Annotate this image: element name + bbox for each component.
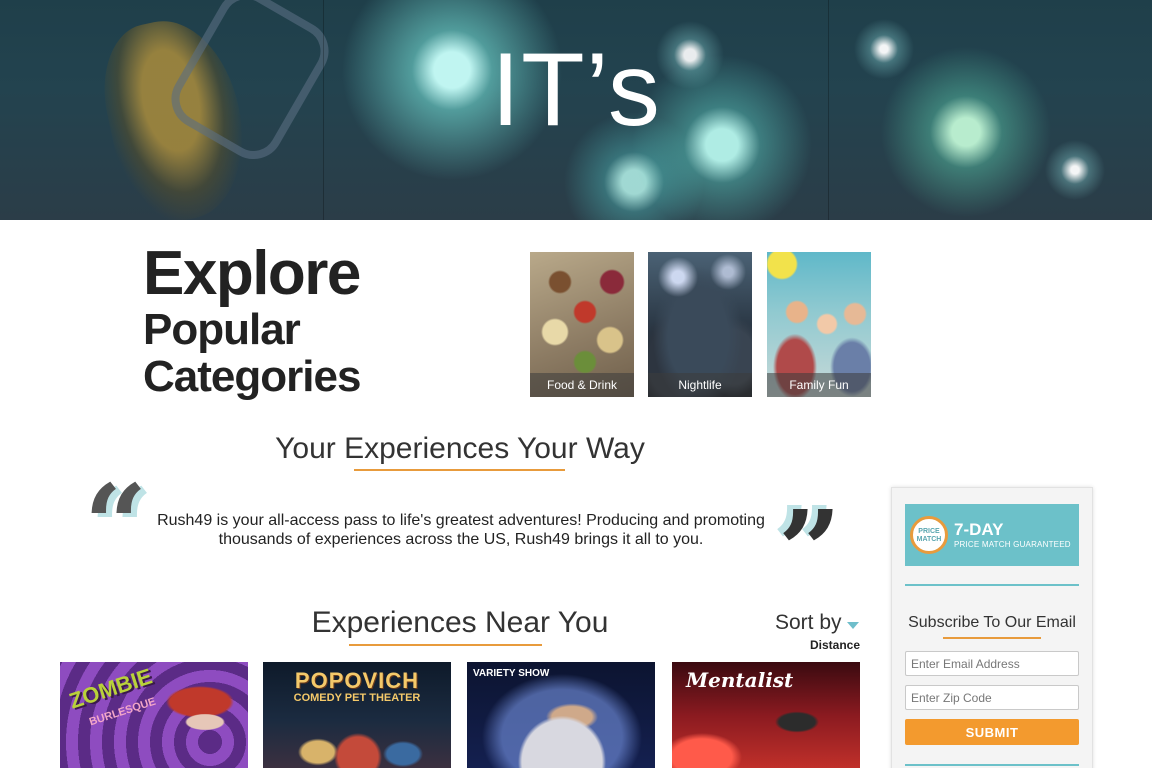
open-quote-icon: “ [84,460,148,589]
card-title: POPOVICH [294,668,420,693]
experiences-underline [354,469,565,471]
experience-card-variety-show[interactable]: VARIETY SHOW [467,662,655,768]
sort-by-dropdown[interactable]: Sort by [775,611,842,635]
category-label: Nightlife [648,373,752,397]
sort-value: Distance [809,638,860,652]
intro-quote: Rush49 is your all-access pass to life's… [157,512,765,548]
subscribe-title: Subscribe To Our Email [908,614,1076,631]
experiences-heading: Your Experiences Your Way [275,432,645,465]
zip-code-input[interactable] [905,685,1079,710]
explore-line-1: Explore [143,239,361,308]
explore-line-3: Categories [143,352,361,401]
price-match-title: 7-DAY [954,520,1004,539]
category-nightlife[interactable]: Nightlife [648,252,752,397]
experience-card-zombie-burlesque[interactable]: ZOMBIE BURLESQUE [60,662,248,768]
category-label: Food & Drink [530,373,634,397]
experience-card-popovich[interactable]: POPOVICH COMEDY PET THEATER [263,662,451,768]
category-label: Family Fun [767,373,871,397]
close-quote-icon: ” [778,486,842,615]
subscribe-underline [943,637,1041,639]
card-subtitle: COMEDY PET THEATER [293,692,421,704]
price-match-badge-icon: PRICE MATCH [910,516,948,554]
explore-line-2: Popular [143,305,301,354]
hero-title: IT’s [491,32,661,148]
explore-heading: Explore Popular Categories [143,239,361,401]
sidebar-divider [905,584,1079,586]
sidebar-divider [905,764,1079,766]
category-family-fun[interactable]: Family Fun [767,252,871,397]
chevron-down-icon[interactable] [847,622,859,629]
email-input[interactable] [905,651,1079,676]
hero-banner: IT’s [0,0,1152,220]
category-food-drink[interactable]: Food & Drink [530,252,634,397]
experience-card-mentalist[interactable]: Mentalist [672,662,860,768]
near-you-heading: Experiences Near You [311,606,609,639]
near-you-underline [349,644,542,646]
card-title: VARIETY SHOW [473,668,550,679]
price-match-subtitle: PRICE MATCH GUARANTEED [954,540,1071,549]
submit-button[interactable]: SUBMIT [905,719,1079,745]
card-title: Mentalist [686,668,794,692]
